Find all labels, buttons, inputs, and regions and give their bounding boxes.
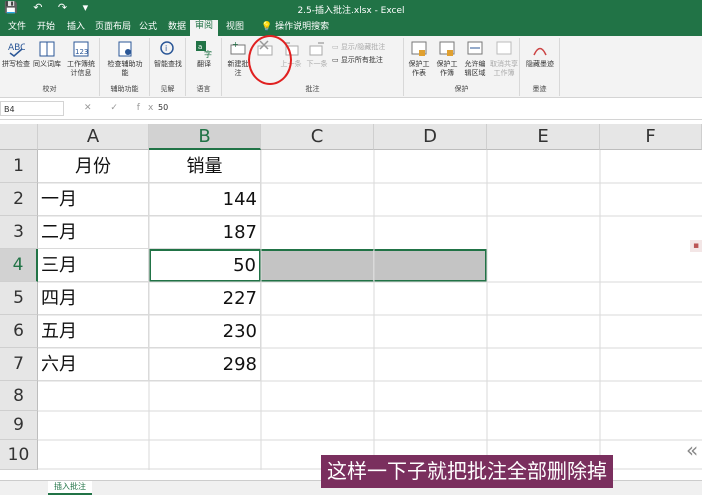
row-header-1[interactable]: 1: [0, 150, 38, 183]
unshare-icon: [496, 41, 512, 55]
gridlines: [38, 150, 702, 470]
ribbon-review: ABC 拼写检查 同义词库 123 工作簿统计信息 校对 检查辅助功能 辅助功能…: [0, 36, 702, 98]
tell-me-search[interactable]: 💡 操作说明搜索: [256, 21, 334, 36]
workbook-stats-button[interactable]: 123 工作簿统计信息: [64, 40, 98, 78]
translate-button[interactable]: a字 翻译: [192, 40, 216, 69]
comments-small-icon: ▭: [332, 56, 339, 64]
svg-text:123: 123: [75, 48, 88, 56]
window-title: 2.5-插入批注.xlsx - Excel: [297, 6, 405, 16]
highlight-circle: [248, 35, 292, 85]
tab-home[interactable]: 开始: [32, 21, 60, 36]
translate-icon: a字: [196, 41, 212, 58]
column-header-e[interactable]: E: [487, 124, 600, 150]
protect-sheet-button[interactable]: 保护工作表: [406, 40, 432, 78]
group-proofing: ABC 拼写检查 同义词库 123 工作簿统计信息 校对: [0, 38, 100, 96]
group-label-insights: 见解: [160, 85, 175, 93]
group-label-accessibility: 辅助功能: [110, 85, 139, 93]
next-comment-button[interactable]: 下一条: [306, 40, 328, 69]
spelling-check-icon: ABC: [8, 43, 25, 57]
thesaurus-button[interactable]: 同义词库: [32, 40, 62, 69]
svg-text:ABC: ABC: [8, 43, 25, 53]
tab-formulas[interactable]: 公式: [134, 21, 162, 36]
row-header-2[interactable]: 2: [0, 183, 38, 216]
next-comment-icon: [309, 42, 324, 56]
tab-review[interactable]: 审阅: [190, 20, 219, 36]
video-subtitle: 这样一下子就把批注全部删除掉: [321, 455, 613, 488]
select-all-corner[interactable]: [0, 124, 38, 150]
allow-edit-ranges-button[interactable]: 允许编辑区域: [462, 40, 488, 78]
svg-text:a: a: [198, 43, 202, 51]
group-label-language: 语言: [196, 85, 211, 93]
row-header-4[interactable]: 4: [0, 249, 38, 282]
comment-indicator-icon: ▪: [690, 240, 702, 252]
row-header-8[interactable]: 8: [0, 381, 38, 411]
new-comment-button[interactable]: + 新建批注: [226, 40, 250, 78]
tab-data[interactable]: 数据: [163, 21, 191, 36]
group-language: a字 翻译 语言: [186, 38, 222, 96]
protect-sheet-icon: [411, 41, 427, 56]
smart-lookup-icon: i: [160, 41, 174, 55]
group-ink: 隐藏墨迹 墨迹: [520, 38, 560, 96]
new-comment-icon: +: [230, 40, 246, 55]
tell-me-label: 操作说明搜索: [275, 22, 330, 32]
title-bar: 💾 ↶ ↷ ▾ 2.5-插入批注.xlsx - Excel: [0, 0, 702, 18]
row-header-10[interactable]: 10: [0, 440, 38, 470]
protect-workbook-button[interactable]: 保护工作簿: [434, 40, 460, 78]
ribbon-tabs: 文件 开始 插入 页面布局 公式 数据 审阅 视图 💡 操作说明搜索: [0, 18, 702, 36]
row-header-9[interactable]: 9: [0, 411, 38, 440]
group-label-ink: 墨迹: [532, 85, 547, 93]
tab-view[interactable]: 视图: [221, 21, 249, 36]
stats-icon: 123: [73, 41, 89, 57]
column-header-c[interactable]: C: [261, 124, 374, 150]
column-header-a[interactable]: A: [38, 124, 149, 150]
book-icon: [39, 41, 55, 57]
group-accessibility: 检查辅助功能 辅助功能: [100, 38, 150, 96]
lightbulb-icon: 💡: [261, 22, 273, 32]
allow-edit-icon: [467, 41, 483, 55]
formula-controls[interactable]: ✕ ✓ fx: [84, 103, 161, 113]
spelling-button[interactable]: ABC 拼写检查: [2, 40, 30, 69]
svg-text:+: +: [232, 40, 239, 49]
sheet-tab-active[interactable]: 插入批注: [48, 481, 92, 495]
group-protect: 保护工作表 保护工作簿 允许编辑区域 取消共享工作簿 保护: [404, 38, 520, 96]
group-label-protect: 保护: [454, 85, 469, 93]
group-label-proofing: 校对: [42, 85, 57, 93]
column-header-b[interactable]: B: [149, 124, 261, 150]
tab-page-layout[interactable]: 页面布局: [90, 21, 136, 36]
check-accessibility-button[interactable]: 检查辅助功能: [106, 40, 144, 78]
column-header-d[interactable]: D: [374, 124, 487, 150]
tab-insert[interactable]: 插入: [62, 21, 90, 36]
show-hide-comment-button[interactable]: ▭ 显示/隐藏批注: [332, 42, 385, 52]
row-header-6[interactable]: 6: [0, 315, 38, 348]
svg-text:字: 字: [204, 49, 212, 58]
row-header-5[interactable]: 5: [0, 282, 38, 315]
scroll-arrow-icon[interactable]: «: [686, 438, 698, 462]
group-insights: i 智能查找 见解: [150, 38, 186, 96]
show-all-comments-button[interactable]: ▭ 显示所有批注: [332, 55, 383, 65]
row-header-7[interactable]: 7: [0, 348, 38, 381]
comment-small-icon: ▭: [332, 43, 339, 51]
column-header-f[interactable]: F: [600, 124, 702, 150]
hide-ink-button[interactable]: 隐藏墨迹: [526, 40, 554, 69]
unshare-workbook-button[interactable]: 取消共享工作簿: [490, 40, 518, 78]
name-box[interactable]: B4: [0, 101, 64, 116]
group-label-comments: 批注: [305, 85, 320, 93]
formula-bar: B4 ✕ ✓ fx 50: [0, 98, 702, 120]
tab-file[interactable]: 文件: [3, 21, 31, 36]
formula-input[interactable]: 50: [158, 103, 168, 112]
accessibility-check-icon: [118, 41, 132, 57]
svg-text:i: i: [165, 44, 167, 53]
smart-lookup-button[interactable]: i 智能查找: [154, 40, 182, 69]
protect-workbook-icon: [439, 41, 455, 56]
row-header-3[interactable]: 3: [0, 216, 38, 249]
ink-icon: [533, 47, 547, 56]
